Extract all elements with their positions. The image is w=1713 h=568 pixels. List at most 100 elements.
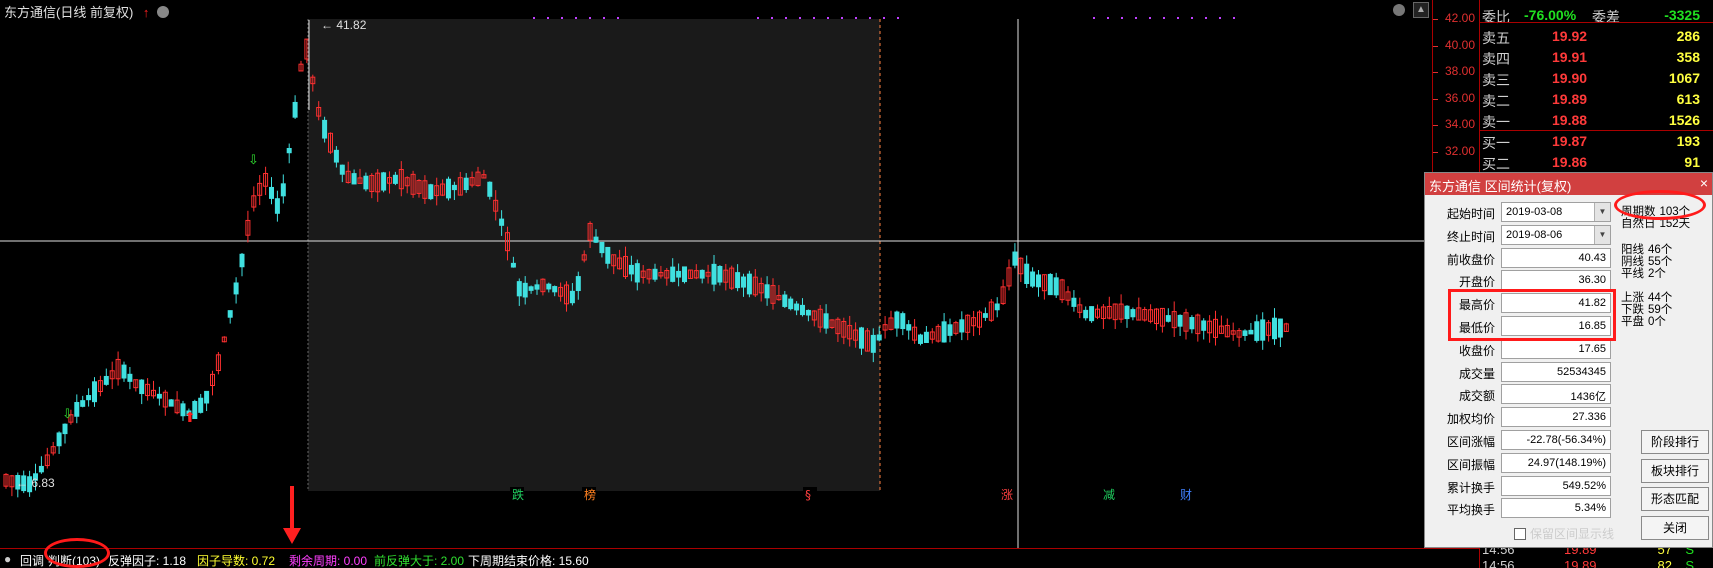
stat-value-field[interactable]: 24.97(148.19%) — [1501, 452, 1611, 473]
candle-body — [605, 246, 611, 264]
candle-body — [534, 284, 540, 290]
candle-body — [274, 198, 280, 214]
candle-body — [575, 276, 581, 292]
signal-dot — [1163, 17, 1165, 19]
buy-level-price: 19.86 — [1552, 154, 1588, 170]
count-stat-label: 平线 — [1621, 268, 1644, 280]
event-marker: 跌 — [512, 487, 524, 502]
weicha-value: -3325 — [1664, 7, 1700, 23]
sell-level-row[interactable]: 卖二 19.89 613 — [1480, 90, 1713, 110]
sell-level-row[interactable]: 卖三 19.90 1067 — [1480, 69, 1713, 89]
sell-level-label: 卖五 — [1482, 30, 1510, 46]
stat-value: 52534345 — [1557, 365, 1606, 378]
event-marker: § — [805, 488, 811, 502]
chart-option-icon[interactable] — [1393, 4, 1405, 16]
candle-body — [1053, 277, 1059, 296]
candle-body — [599, 241, 605, 254]
checkbox-icon[interactable] — [1514, 528, 1526, 540]
candle-body — [959, 319, 965, 333]
date-picker[interactable]: 2019-03-08 ▼ — [1501, 202, 1611, 222]
candle-body — [121, 364, 127, 379]
stat-value-field[interactable]: 40.43 — [1501, 247, 1611, 268]
candle-body — [168, 399, 174, 407]
price-tick — [1433, 45, 1438, 47]
count-stat: 平盘 0个 — [1621, 313, 1666, 329]
signal-dot — [1093, 17, 1095, 19]
candle-body — [1165, 315, 1171, 322]
count-stat-label: 自然日 — [1621, 218, 1656, 230]
sell-level-row[interactable]: 卖一 19.88 1526 — [1480, 111, 1713, 131]
sell-level-row[interactable]: 卖五 19.92 286 — [1480, 27, 1713, 47]
stat-value-field[interactable]: 549.52% — [1501, 475, 1611, 496]
signal-dot — [897, 17, 899, 19]
stat-value-field[interactable]: 52534345 — [1501, 361, 1611, 382]
stat-row: 区间涨幅 -22.78(-56.34%) — [1425, 429, 1625, 451]
signal-dot — [1191, 17, 1193, 19]
close-button[interactable]: 关闭 — [1641, 516, 1709, 540]
candle-body — [322, 119, 328, 139]
chevron-down-icon[interactable]: ▼ — [1594, 203, 1610, 221]
price-tick — [1433, 125, 1438, 127]
candle-body — [1030, 271, 1036, 287]
tick-time: 14:56 — [1482, 558, 1515, 568]
price-tick — [1433, 72, 1438, 74]
candle-body — [381, 172, 387, 191]
candle-body — [1012, 251, 1018, 266]
signal-dot — [1107, 17, 1109, 19]
count-stat-value: 2个 — [1648, 268, 1666, 280]
candle-body — [92, 381, 97, 403]
close-icon[interactable]: × — [1700, 175, 1708, 191]
kline-chart-area[interactable]: ← 41.82 ← 6.83 ⇩ ⇩ ⬆ 跌 榜 § 涨 减 财 东方通信(日线 前复权) ↑ ▲ — [0, 0, 1433, 552]
indicator-toggle-icon[interactable]: ● — [4, 552, 11, 566]
buy-level-row[interactable]: 买一 19.87 193 — [1480, 132, 1713, 152]
candle-body — [522, 282, 528, 298]
chart-collapse-button[interactable]: ▲ — [1413, 2, 1429, 18]
candle-body — [516, 281, 522, 297]
candle-body — [1024, 263, 1030, 285]
tick-row: 14:56 19.89 82 S — [1480, 557, 1713, 568]
stat-value-field[interactable]: 36.30 — [1501, 270, 1611, 291]
candle-body — [876, 334, 882, 341]
candle-body — [333, 149, 339, 163]
candle-body — [800, 304, 805, 316]
candle-body — [86, 395, 92, 401]
stat-label: 加权均价 — [1446, 412, 1495, 427]
dropdown-icon[interactable] — [157, 6, 170, 18]
stat-value-field[interactable]: 1436亿 — [1501, 384, 1611, 405]
weibi-label: 委比 — [1482, 9, 1510, 25]
candle-body — [280, 183, 286, 197]
order-book-divider — [1480, 22, 1713, 23]
candle-body — [428, 184, 434, 200]
weicha-label: 委差 — [1592, 9, 1620, 25]
stat-value-field[interactable]: 17.65 — [1501, 338, 1611, 359]
kline-chart[interactable]: ← 41.82 ← 6.83 ⇩ ⇩ ⬆ 跌 榜 § 涨 减 财 — [0, 0, 1433, 552]
sector-rank-button[interactable]: 板块排行 — [1641, 459, 1709, 483]
pattern-match-button[interactable]: 形态匹配 — [1641, 487, 1709, 511]
keep-range-line-checkbox[interactable]: 保留区间显示线 — [1514, 525, 1614, 542]
stat-row: 累计换手 549.52% — [1425, 475, 1625, 497]
buy-level-row[interactable]: 买二 19.86 91 — [1480, 153, 1713, 173]
candle-body — [510, 262, 516, 268]
signal-dot — [757, 17, 759, 19]
signal-dot — [1219, 17, 1221, 19]
stage-rank-button[interactable]: 阶段排行 — [1641, 430, 1709, 454]
candle-body — [746, 273, 752, 295]
candle-body — [982, 313, 988, 318]
candle-body — [823, 313, 829, 329]
sell-level-label: 卖二 — [1482, 93, 1510, 109]
candle-body — [80, 400, 86, 407]
candle-body — [227, 310, 233, 318]
date-picker[interactable]: 2019-08-06 ▼ — [1501, 224, 1611, 245]
sell-level-row[interactable]: 卖四 19.91 358 — [1480, 48, 1713, 68]
candle-body — [233, 282, 239, 295]
stat-value-field[interactable]: -22.78(-56.34%) — [1501, 430, 1611, 450]
chevron-down-icon[interactable]: ▼ — [1594, 225, 1610, 244]
candle-body — [741, 276, 746, 288]
stat-value-field[interactable]: 5.34% — [1501, 498, 1611, 519]
candle-body — [552, 286, 558, 293]
candle-body — [499, 218, 505, 226]
candle-body — [1036, 274, 1041, 288]
stat-value-field[interactable]: 27.336 — [1501, 407, 1611, 428]
price-tick-label: 42.00 — [1444, 11, 1475, 25]
candle-body — [941, 321, 947, 343]
